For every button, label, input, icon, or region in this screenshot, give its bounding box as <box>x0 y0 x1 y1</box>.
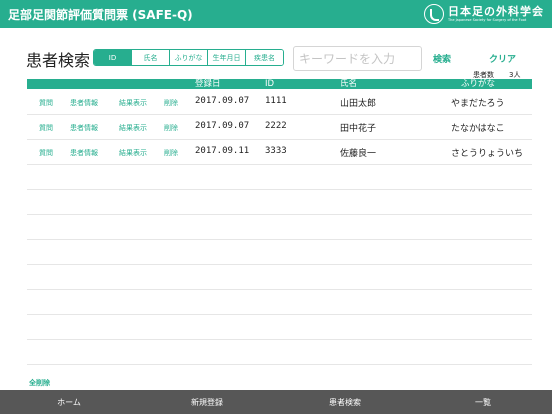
tab-list[interactable]: 一覧 <box>414 390 552 414</box>
question-button[interactable]: 質問 <box>39 123 53 133</box>
empty-row <box>27 315 532 340</box>
tab-patient-search[interactable]: 患者検索 <box>276 390 414 414</box>
cell-id: 1111 <box>265 96 287 106</box>
patient-info-button[interactable]: 患者情報 <box>70 123 98 133</box>
segment-name[interactable]: 氏名 <box>131 50 169 65</box>
cell-date: 2017.09.11 <box>195 146 250 156</box>
cell-date: 2017.09.07 <box>195 121 250 131</box>
header-name: 氏名 <box>340 79 358 89</box>
delete-button[interactable]: 削除 <box>164 148 178 158</box>
header-id: ID <box>265 79 275 89</box>
page-title: 患者検索 <box>26 51 91 70</box>
tab-new-registration[interactable]: 新規登録 <box>138 390 276 414</box>
table-header: 登録日 ID 氏名 ふりがな <box>27 79 532 89</box>
cell-date: 2017.09.07 <box>195 96 250 106</box>
table-row: 質問 患者情報 結果表示 削除 2017.09.07 1111 山田太郎 やまだ… <box>27 90 532 115</box>
app-header: 足部足関節評価質問票 (SAFE-Q) 日本足の外科学会 The Japanes… <box>0 0 552 28</box>
empty-row <box>27 265 532 290</box>
cell-name: 山田太郎 <box>340 99 377 109</box>
delete-button[interactable]: 削除 <box>164 98 178 108</box>
header-date: 登録日 <box>195 79 221 89</box>
empty-row <box>27 215 532 240</box>
logo-name-jp: 日本足の外科学会 <box>448 4 544 18</box>
segment-birthdate[interactable]: 生年月日 <box>207 50 245 65</box>
search-input[interactable] <box>293 46 422 71</box>
table-row: 質問 患者情報 結果表示 削除 2017.09.11 3333 佐藤良一 さとう… <box>27 140 532 165</box>
patient-info-button[interactable]: 患者情報 <box>70 148 98 158</box>
empty-row <box>27 340 532 365</box>
cell-id: 2222 <box>265 121 287 131</box>
search-button[interactable]: 検索 <box>433 52 451 65</box>
segment-kana[interactable]: ふりがな <box>169 50 207 65</box>
question-button[interactable]: 質問 <box>39 98 53 108</box>
cell-name: 佐藤良一 <box>340 149 377 159</box>
foot-logo-icon <box>424 4 444 24</box>
table-row: 質問 患者情報 結果表示 削除 2017.09.07 2222 田中花子 たなか… <box>27 115 532 140</box>
search-field-selector: ID 氏名 ふりがな 生年月日 疾患名 <box>93 49 284 66</box>
cell-kana: やまだたろう <box>451 99 505 109</box>
empty-row <box>27 165 532 190</box>
bottom-tab-bar: ホーム 新規登録 患者検索 一覧 <box>0 390 552 414</box>
tab-home[interactable]: ホーム <box>0 390 138 414</box>
cell-name: 田中花子 <box>340 124 377 134</box>
logo-name-en: The Japanese Society for Surgery of the … <box>448 17 527 22</box>
question-button[interactable]: 質問 <box>39 148 53 158</box>
cell-kana: さとうりょういち <box>451 149 524 159</box>
cell-kana: たなかはなこ <box>451 124 505 134</box>
segment-id[interactable]: ID <box>94 50 131 65</box>
delete-all-button[interactable]: 全削除 <box>29 378 50 388</box>
society-logo: 日本足の外科学会 The Japanese Society for Surger… <box>424 3 544 25</box>
cell-id: 3333 <box>265 146 287 156</box>
app-title: 足部足関節評価質問票 (SAFE-Q) <box>8 8 193 22</box>
patient-info-button[interactable]: 患者情報 <box>70 98 98 108</box>
show-result-button[interactable]: 結果表示 <box>119 123 147 133</box>
show-result-button[interactable]: 結果表示 <box>119 148 147 158</box>
segment-disease[interactable]: 疾患名 <box>245 50 283 65</box>
header-kana: ふりがな <box>461 79 496 89</box>
empty-row <box>27 240 532 265</box>
empty-row <box>27 290 532 315</box>
delete-button[interactable]: 削除 <box>164 123 178 133</box>
empty-row <box>27 190 532 215</box>
clear-button[interactable]: クリア <box>489 52 516 65</box>
show-result-button[interactable]: 結果表示 <box>119 98 147 108</box>
